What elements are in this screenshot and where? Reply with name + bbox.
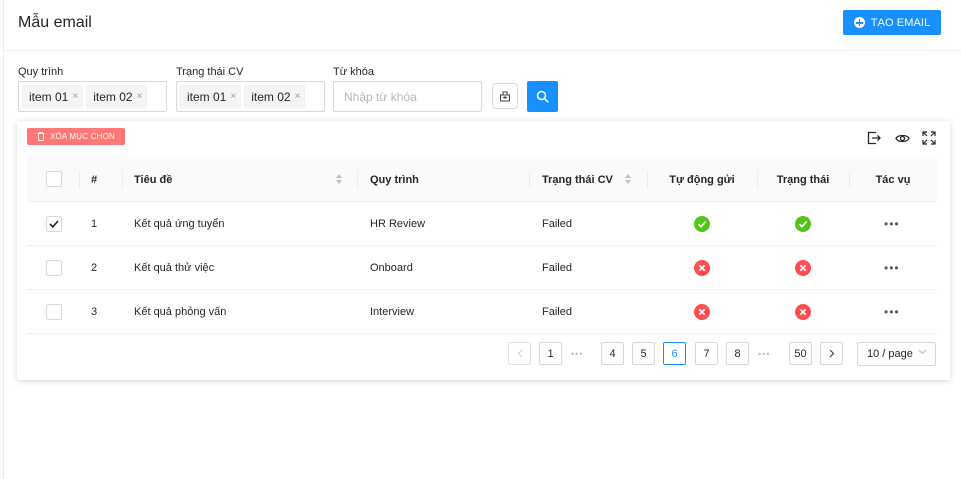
row-process: Interview xyxy=(370,306,415,318)
process-tag: item 01 × xyxy=(22,85,84,108)
row-cv-status: Failed xyxy=(542,262,572,274)
status-tag: item 01 × xyxy=(180,85,242,108)
error-icon xyxy=(694,304,710,320)
column-header-auto-send: Tự động gửi xyxy=(669,173,735,186)
table-row[interactable]: 1 Kết quả ứng tuyển HR Review Failed ••• xyxy=(27,202,937,246)
row-index: 2 xyxy=(91,262,98,274)
tag-label: item 02 xyxy=(251,89,291,104)
clear-filter-button[interactable] xyxy=(492,83,518,109)
tag-remove-icon[interactable]: × xyxy=(230,91,236,102)
eye-icon xyxy=(894,134,910,142)
tag-remove-icon[interactable]: × xyxy=(72,91,78,102)
row-checkbox[interactable] xyxy=(46,216,62,232)
column-divider xyxy=(122,171,123,188)
row-process: HR Review xyxy=(370,218,426,230)
process-filter-select[interactable]: item 01 × item 02 × xyxy=(18,81,167,112)
column-header-process: Quy trình xyxy=(370,173,419,186)
fullscreen-button[interactable] xyxy=(921,130,937,146)
row-process: Onboard xyxy=(370,262,413,274)
column-header-index: # xyxy=(91,173,98,186)
more-actions-button[interactable]: ••• xyxy=(884,290,900,334)
delete-selected-button[interactable]: XÓA MỤC CHỌN xyxy=(27,128,125,145)
page-title: Mẫu email xyxy=(18,14,92,31)
clear-filter-icon xyxy=(500,91,510,102)
chevron-right-icon xyxy=(829,349,834,358)
process-tag: item 02 × xyxy=(86,85,148,108)
export-icon xyxy=(867,131,881,145)
pagination-prev-button[interactable] xyxy=(508,342,531,365)
pagination-page-1[interactable]: 1 xyxy=(539,342,562,365)
left-border xyxy=(3,0,4,479)
keyword-input[interactable] xyxy=(333,81,482,112)
select-all-checkbox[interactable] xyxy=(46,171,62,187)
error-icon xyxy=(795,304,811,320)
column-header-title[interactable]: Tiêu đề xyxy=(134,157,172,202)
pagination-page-4[interactable]: 4 xyxy=(601,342,624,365)
tag-label: item 01 xyxy=(29,89,69,104)
column-divider xyxy=(529,171,530,188)
column-divider xyxy=(357,171,358,188)
search-button[interactable] xyxy=(527,81,558,112)
pagination-page-8[interactable]: 8 xyxy=(726,342,749,365)
pagination-page-50[interactable]: 50 xyxy=(789,342,812,365)
export-button[interactable] xyxy=(866,130,882,146)
sort-icon[interactable] xyxy=(336,174,343,185)
pagination: 1 ••• 4 5 6 7 8 ••• 50 10 / page xyxy=(17,342,950,366)
row-title: Kết quả phỏng vấn xyxy=(134,306,227,318)
row-index: 1 xyxy=(91,218,98,230)
more-actions-button[interactable]: ••• xyxy=(884,246,900,290)
pagination-jump-prev[interactable]: ••• xyxy=(571,342,583,365)
tag-remove-icon[interactable]: × xyxy=(295,91,301,102)
plus-circle-icon xyxy=(853,17,865,28)
table-row[interactable]: 3 Kết quả phỏng vấn Interview Failed ••• xyxy=(27,290,937,334)
table-row[interactable]: 2 Kết quả thử việc Onboard Failed ••• xyxy=(27,246,937,290)
status-filter-select[interactable]: item 01 × item 02 × xyxy=(176,81,325,112)
pagination-page-6[interactable]: 6 xyxy=(663,342,686,365)
error-icon xyxy=(795,260,811,276)
success-icon xyxy=(795,216,811,232)
column-header-cv-status[interactable]: Trạng thái CV xyxy=(542,157,613,202)
page-size-value: 10 / page xyxy=(867,348,913,360)
create-email-button[interactable]: TẠO EMAIL xyxy=(843,10,941,35)
tag-remove-icon[interactable]: × xyxy=(137,91,143,102)
row-cv-status: Failed xyxy=(542,306,572,318)
trash-icon xyxy=(37,132,45,141)
status-filter-label: Trạng thái CV xyxy=(176,66,244,78)
email-template-card: XÓA MỤC CHỌN # Tiêu đề Quy trình Trạng t… xyxy=(17,121,950,380)
error-icon xyxy=(694,260,710,276)
more-actions-button[interactable]: ••• xyxy=(884,202,900,246)
row-index: 3 xyxy=(91,306,98,318)
pagination-page-5[interactable]: 5 xyxy=(632,342,655,365)
delete-selected-label: XÓA MỤC CHỌN xyxy=(49,132,116,141)
column-header-actions: Tác vụ xyxy=(875,173,911,186)
column-divider xyxy=(79,171,80,188)
keyword-filter-label: Từ khóa xyxy=(333,66,374,78)
view-columns-button[interactable] xyxy=(894,130,910,146)
row-title: Kết quả thử việc xyxy=(134,262,215,274)
tag-label: item 01 xyxy=(187,89,227,104)
table-header: # Tiêu đề Quy trình Trạng thái CV Tự độn… xyxy=(27,157,937,202)
success-icon xyxy=(694,216,710,232)
page-header: Mẫu email TẠO EMAIL xyxy=(3,0,961,51)
row-checkbox[interactable] xyxy=(46,260,62,276)
process-filter-label: Quy trình xyxy=(18,66,64,78)
create-email-label: TẠO EMAIL xyxy=(870,16,931,29)
sort-icon[interactable] xyxy=(625,174,632,185)
pagination-jump-next[interactable]: ••• xyxy=(758,342,770,365)
column-header-status: Trạng thái xyxy=(776,173,830,186)
chevron-left-icon xyxy=(517,349,522,358)
fullscreen-icon xyxy=(922,131,936,145)
status-tag: item 02 × xyxy=(244,85,306,108)
tag-label: item 02 xyxy=(93,89,133,104)
chevron-down-icon xyxy=(918,349,927,355)
row-checkbox[interactable] xyxy=(46,304,62,320)
check-icon xyxy=(49,220,59,228)
pagination-next-button[interactable] xyxy=(820,342,843,365)
row-cv-status: Failed xyxy=(542,218,572,230)
pagination-page-7[interactable]: 7 xyxy=(695,342,718,365)
search-icon xyxy=(536,90,549,103)
page-size-select[interactable]: 10 / page xyxy=(857,342,936,366)
row-title: Kết quả ứng tuyển xyxy=(134,218,225,230)
